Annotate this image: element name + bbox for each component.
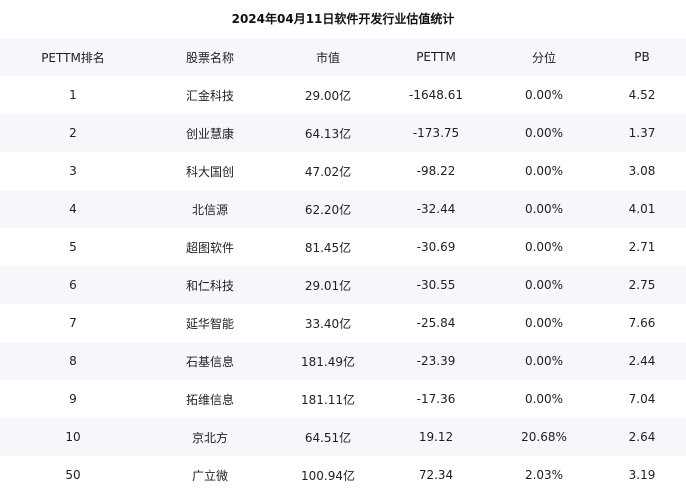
cell-rank: 50 xyxy=(65,468,81,482)
table-row: 7 延华智能 33.40亿 -25.84 0.00% 7.66 xyxy=(0,304,686,342)
cell-stock-name: 广立微 xyxy=(191,468,228,483)
header-pb: PB xyxy=(634,50,650,64)
cell-percentile: 0.00% xyxy=(524,164,564,178)
cell-pb: 2.71 xyxy=(628,240,656,254)
cell-market-cap: 29.00亿 xyxy=(304,88,352,103)
header-percentile: 分位 xyxy=(531,50,556,65)
cell-pb: 3.08 xyxy=(628,164,656,178)
cell-rank: 4 xyxy=(69,202,77,216)
cell-market-cap: 100.94亿 xyxy=(301,468,355,483)
table-row: 1 汇金科技 29.00亿 -1648.61 0.00% 4.52 xyxy=(0,76,686,114)
cell-market-cap: 29.01亿 xyxy=(304,278,352,293)
table-row: 8 石基信息 181.49亿 -23.39 0.00% 2.44 xyxy=(0,342,686,380)
table-header-row: PETTM排名 股票名称 市值 PETTM 分位 PB xyxy=(0,38,686,76)
cell-pettm: -32.44 xyxy=(416,202,456,216)
cell-rank: 3 xyxy=(69,164,77,178)
cell-rank: 5 xyxy=(69,240,77,254)
valuation-table-page: 2024年04月11日软件开发行业估值统计 PETTM排名 股票名称 市值 PE… xyxy=(0,0,686,494)
cell-pettm: -1648.61 xyxy=(409,88,463,102)
cell-pettm: -30.69 xyxy=(416,240,456,254)
cell-stock-name: 和仁科技 xyxy=(185,278,234,293)
cell-pettm: -25.84 xyxy=(416,316,456,330)
cell-stock-name: 拓维信息 xyxy=(185,392,234,407)
table-row: 3 科大国创 47.02亿 -98.22 0.00% 3.08 xyxy=(0,152,686,190)
table-row: 4 北信源 62.20亿 -32.44 0.00% 4.01 xyxy=(0,190,686,228)
cell-stock-name: 石基信息 xyxy=(185,354,234,369)
cell-pb: 7.66 xyxy=(628,316,656,330)
cell-pb: 4.52 xyxy=(628,88,656,102)
valuation-table: PETTM排名 股票名称 市值 PETTM 分位 PB 1 汇金科技 29.00亿 -… xyxy=(0,38,686,494)
cell-market-cap: 33.40亿 xyxy=(304,316,352,331)
cell-rank: 8 xyxy=(69,354,77,368)
cell-pb: 1.37 xyxy=(628,126,656,140)
cell-stock-name: 超图软件 xyxy=(185,240,234,255)
cell-percentile: 0.00% xyxy=(524,354,564,368)
cell-stock-name: 延华智能 xyxy=(185,316,234,331)
cell-pettm: -23.39 xyxy=(416,354,456,368)
cell-percentile: 0.00% xyxy=(524,240,564,254)
cell-pettm: 72.34 xyxy=(418,468,454,482)
table-row: 6 和仁科技 29.01亿 -30.55 0.00% 2.75 xyxy=(0,266,686,304)
cell-percentile: 20.68% xyxy=(521,430,567,444)
cell-pb: 7.04 xyxy=(628,392,656,406)
table-body: 1 汇金科技 29.00亿 -1648.61 0.00% 4.52 2 创业慧康 64.13亿 -… xyxy=(0,76,686,494)
cell-percentile: 0.00% xyxy=(524,88,564,102)
cell-market-cap: 181.11亿 xyxy=(301,392,355,407)
cell-market-cap: 47.02亿 xyxy=(304,164,352,179)
table-row: 50 广立微 100.94亿 72.34 2.03% 3.19 xyxy=(0,456,686,494)
cell-percentile: 0.00% xyxy=(524,126,564,140)
cell-pettm: 19.12 xyxy=(418,430,454,444)
cell-rank: 9 xyxy=(69,392,77,406)
page-title: 2024年04月11日软件开发行业估值统计 xyxy=(231,12,455,26)
cell-percentile: 2.03% xyxy=(524,468,564,482)
header-pettm-rank: PETTM排名 xyxy=(41,50,105,65)
cell-pb: 2.64 xyxy=(628,430,656,444)
header-pettm: PETTM xyxy=(416,50,456,64)
table-row: 2 创业慧康 64.13亿 -173.75 0.00% 1.37 xyxy=(0,114,686,152)
cell-pb: 2.44 xyxy=(628,354,656,368)
cell-stock-name: 北信源 xyxy=(191,202,228,217)
cell-rank: 6 xyxy=(69,278,77,292)
cell-percentile: 0.00% xyxy=(524,202,564,216)
cell-stock-name: 科大国创 xyxy=(185,164,234,179)
table-row: 5 超图软件 81.45亿 -30.69 0.00% 2.71 xyxy=(0,228,686,266)
cell-pettm: -173.75 xyxy=(412,126,460,140)
cell-rank: 7 xyxy=(69,316,77,330)
cell-market-cap: 181.49亿 xyxy=(301,354,355,369)
table-row: 9 拓维信息 181.11亿 -17.36 0.00% 7.04 xyxy=(0,380,686,418)
cell-pb: 2.75 xyxy=(628,278,656,292)
cell-percentile: 0.00% xyxy=(524,278,564,292)
table-row: 10 京北方 64.51亿 19.12 20.68% 2.64 xyxy=(0,418,686,456)
cell-pettm: -98.22 xyxy=(416,164,456,178)
cell-market-cap: 64.13亿 xyxy=(304,126,352,141)
header-stock-name: 股票名称 xyxy=(185,50,234,65)
cell-percentile: 0.00% xyxy=(524,316,564,330)
cell-stock-name: 汇金科技 xyxy=(185,88,234,103)
cell-percentile: 0.00% xyxy=(524,392,564,406)
cell-market-cap: 64.51亿 xyxy=(304,430,352,445)
cell-pb: 4.01 xyxy=(628,202,656,216)
cell-stock-name: 创业慧康 xyxy=(185,126,234,141)
cell-market-cap: 81.45亿 xyxy=(304,240,352,255)
cell-market-cap: 62.20亿 xyxy=(304,202,352,217)
cell-stock-name: 京北方 xyxy=(191,430,228,445)
cell-rank: 1 xyxy=(69,88,77,102)
header-market-cap: 市值 xyxy=(315,50,340,65)
cell-pettm: -30.55 xyxy=(416,278,456,292)
cell-pb: 3.19 xyxy=(628,468,656,482)
cell-rank: 2 xyxy=(69,126,77,140)
cell-pettm: -17.36 xyxy=(416,392,456,406)
cell-rank: 10 xyxy=(65,430,81,444)
